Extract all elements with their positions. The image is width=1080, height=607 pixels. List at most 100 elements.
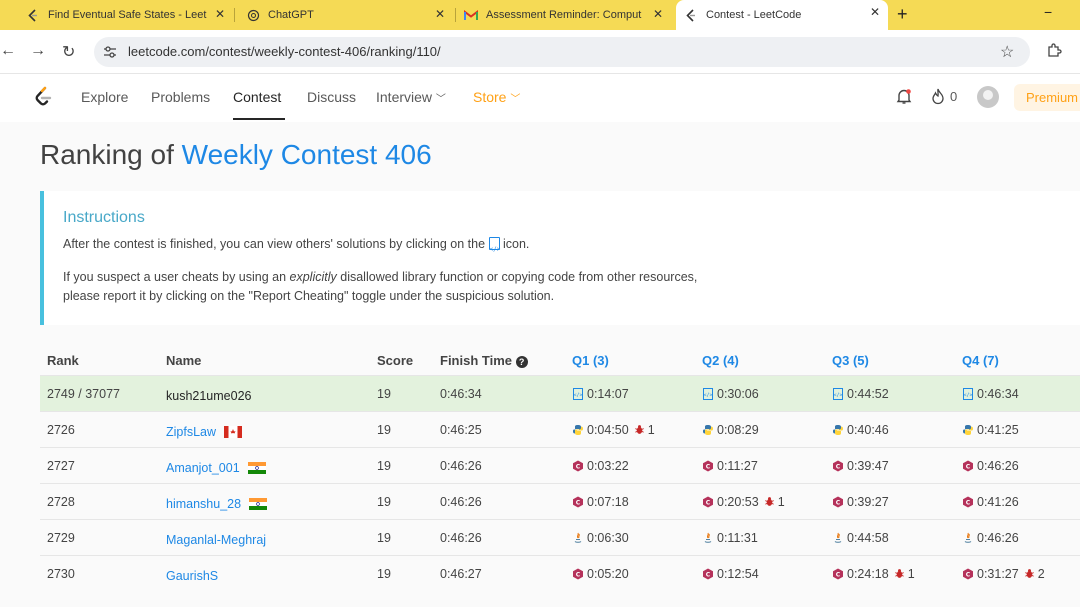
streak-counter[interactable]: 0	[931, 88, 957, 105]
question-result-cell[interactable]: C 0:39:27	[832, 495, 889, 509]
python-icon	[833, 425, 843, 435]
nav-explore[interactable]: Explore	[81, 89, 128, 105]
question-result-cell[interactable]: 0:40:46	[832, 423, 889, 437]
solve-time: 0:11:27	[717, 459, 758, 473]
java-icon	[964, 532, 972, 543]
nav-contest[interactable]: Contest	[233, 89, 281, 105]
finish-time-cell: 0:46:26	[440, 531, 482, 545]
site-info-icon[interactable]	[102, 44, 118, 60]
address-bar[interactable]: leetcode.com/contest/weekly-contest-406/…	[94, 37, 1030, 67]
user-name-text: Maganlal-Meghraj	[166, 533, 267, 547]
question-result-cell[interactable]: 0:41:25	[962, 423, 1019, 437]
question-result-cell[interactable]: 0:04:50 1	[572, 423, 655, 437]
browser-tab[interactable]: Assessment Reminder: Comput ✕	[464, 2, 669, 28]
question-result-cell[interactable]: 0:06:30	[572, 531, 629, 545]
question-result-cell[interactable]: </> 0:46:34	[962, 387, 1019, 401]
svg-text:C: C	[836, 499, 841, 506]
nav-discuss[interactable]: Discuss	[307, 89, 356, 105]
question-result-cell[interactable]: C 0:03:22	[572, 459, 629, 473]
url-text[interactable]: leetcode.com/contest/weekly-contest-406/…	[128, 44, 441, 59]
reload-icon[interactable]: ↻	[62, 42, 75, 62]
question-result-cell[interactable]: 0:46:26	[962, 531, 1019, 545]
wrong-answer-bug-icon	[764, 497, 774, 506]
question-result-cell[interactable]: </> 0:30:06	[702, 387, 759, 401]
browser-tab[interactable]: ChatGPT ✕	[246, 2, 451, 28]
wrong-attempts-count: 1	[907, 567, 915, 581]
rank-cell: 2749 / 37077	[47, 387, 120, 401]
svg-text:</>: </>	[703, 393, 712, 399]
contest-link[interactable]: Weekly Contest 406	[182, 139, 432, 170]
nav-store-label: Store	[473, 89, 507, 105]
minimize-button[interactable]: −	[1044, 4, 1052, 20]
nav-interview[interactable]: Interview ﹀	[376, 89, 446, 105]
header-q4[interactable]: Q4 (7)	[962, 353, 999, 368]
svg-text:C: C	[836, 571, 841, 578]
java-icon	[704, 532, 712, 543]
finish-time-cell: 0:46:34	[440, 387, 482, 401]
question-result-cell[interactable]: C 0:20:53 1	[702, 495, 785, 509]
my-ranking-row: 2749 / 37077 kush21ume026 19 0:46:34 </> 0:14…	[40, 375, 1080, 411]
header-q1[interactable]: Q1 (3)	[572, 353, 609, 368]
question-result-cell[interactable]: C 0:31:27 2	[962, 567, 1045, 581]
instructions-line-1: After the contest is finished, you can v…	[63, 235, 529, 259]
question-result-cell[interactable]: C 0:41:26	[962, 495, 1019, 509]
svg-text:C: C	[836, 463, 841, 470]
close-icon[interactable]: ✕	[870, 5, 880, 19]
solve-time: 0:31:27	[977, 567, 1019, 581]
forward-icon[interactable]: →	[30, 42, 46, 60]
close-icon[interactable]: ✕	[653, 7, 663, 21]
question-result-cell[interactable]: C 0:24:18 1	[832, 567, 915, 581]
premium-button[interactable]: Premium	[1014, 84, 1080, 111]
python-icon	[963, 425, 973, 435]
user-name-link[interactable]: Maganlal-Meghraj	[166, 533, 266, 547]
solve-time: 0:39:47	[847, 459, 889, 473]
streak-count: 0	[950, 89, 958, 104]
tab-title: Contest - LeetCode	[706, 9, 802, 21]
question-result-cell[interactable]: 0:08:29	[702, 423, 759, 437]
leetcode-icon	[684, 8, 698, 22]
cpp-icon: C	[963, 568, 973, 580]
notification-bell-icon[interactable]	[896, 88, 912, 110]
browser-tab[interactable]: Find Eventual Safe States - Leet ✕	[26, 2, 231, 28]
browser-tab-active[interactable]: Contest - LeetCode ✕	[676, 0, 888, 30]
question-result-cell[interactable]: 0:44:58	[832, 531, 889, 545]
nav-store[interactable]: Store ﹀	[473, 89, 520, 105]
user-name-link[interactable]: GaurishS	[166, 569, 218, 583]
question-result-cell[interactable]: C 0:46:26	[962, 459, 1019, 473]
avatar[interactable]	[977, 86, 999, 108]
solve-time: 0:14:07	[587, 387, 629, 401]
chevron-down-icon: ﹀	[510, 94, 521, 105]
question-result-cell[interactable]: C 0:07:18	[572, 495, 629, 509]
question-result-cell[interactable]: </> 0:44:52	[832, 387, 889, 401]
user-name-text: GaurishS	[166, 569, 219, 583]
new-tab-button[interactable]: +	[897, 4, 908, 25]
question-result-cell[interactable]: C 0:11:27	[702, 459, 758, 473]
cpp-icon: C	[833, 496, 843, 508]
nav-interview-label: Interview	[376, 89, 433, 105]
user-name-text: himanshu_28	[166, 497, 242, 511]
back-icon[interactable]: ←	[0, 42, 16, 60]
question-result-cell[interactable]: C 0:39:47	[832, 459, 889, 473]
question-result-cell[interactable]: C 0:05:20	[572, 567, 629, 581]
leetcode-logo-icon[interactable]	[34, 86, 52, 113]
close-icon[interactable]: ✕	[435, 7, 445, 21]
help-icon[interactable]: ?	[515, 356, 528, 368]
user-name-link[interactable]: kush21ume026	[166, 389, 251, 403]
score-cell: 19	[377, 387, 391, 401]
extensions-icon[interactable]	[1046, 42, 1062, 62]
nav-problems[interactable]: Problems	[151, 89, 210, 105]
close-icon[interactable]: ✕	[215, 7, 225, 21]
header-q2[interactable]: Q2 (4)	[702, 353, 739, 368]
bookmark-star-icon[interactable]: ☆	[1000, 42, 1014, 62]
user-name-link[interactable]: ZipfsLaw	[166, 425, 243, 439]
fire-icon	[932, 88, 944, 105]
question-result-cell[interactable]: </> 0:14:07	[572, 387, 629, 401]
score-cell: 19	[377, 495, 391, 509]
question-result-cell[interactable]: 0:11:31	[702, 531, 758, 545]
user-name-link[interactable]: himanshu_28	[166, 497, 268, 511]
question-result-cell[interactable]: C 0:12:54	[702, 567, 759, 581]
wrong-attempts-count: 2	[1037, 567, 1045, 581]
user-name-link[interactable]: Amanjot_001	[166, 461, 266, 475]
header-q3[interactable]: Q3 (5)	[832, 353, 869, 368]
tab-title: Assessment Reminder: Comput	[486, 9, 642, 21]
